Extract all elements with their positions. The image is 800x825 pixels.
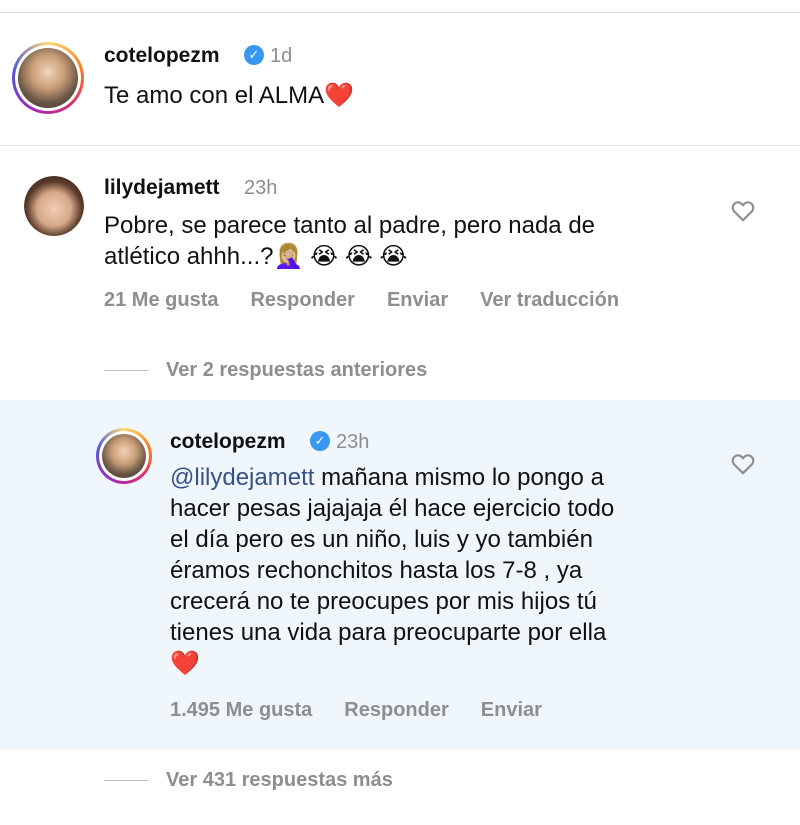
heart-outline-icon[interactable] xyxy=(730,451,756,477)
reply-text-line4: éramos rechonchitos hasta los 7-8 , ya xyxy=(170,557,583,584)
comment-reply-button[interactable]: Responder xyxy=(250,289,354,312)
reply-likes[interactable]: 1.495 Me gusta xyxy=(170,699,312,722)
caption-time: 1d xyxy=(270,45,293,67)
caption-text: Te amo con el ALMA❤️ xyxy=(104,82,355,109)
top-divider xyxy=(0,12,800,13)
comment-likes[interactable]: 21 Me gusta xyxy=(104,289,218,312)
view-line xyxy=(104,370,148,371)
reply-time: 23h xyxy=(336,431,370,453)
reply-heart-emoji: ❤️ xyxy=(170,650,200,677)
view-previous-replies-label: Ver 2 respuestas anteriores xyxy=(166,359,428,381)
view-more-replies[interactable]: Ver 431 respuestas más xyxy=(104,769,393,792)
heart-emoji: ❤️ xyxy=(324,82,355,109)
comment-text-line2: atlético ahhh...?🤦🏼‍♀️ 😭 😭 😭 xyxy=(104,243,408,270)
reply-username[interactable]: cotelopezm xyxy=(170,430,286,454)
comment-send-button[interactable]: Enviar xyxy=(387,289,448,312)
comment-avatar[interactable] xyxy=(24,176,84,236)
view-previous-replies[interactable]: Ver 2 respuestas anteriores xyxy=(104,359,427,382)
reply-reply-button[interactable]: Responder xyxy=(344,699,448,722)
comment-time: 23h xyxy=(244,177,278,199)
reply-text-line5: crecerá no te preocupes por mis hijos tú xyxy=(170,588,597,615)
comment-username[interactable]: lilydejamett xyxy=(104,176,220,200)
view-more-replies-label: Ver 431 respuestas más xyxy=(166,769,393,791)
comment-translate-button[interactable]: Ver traducción xyxy=(480,289,619,312)
verified-badge-icon: ✓ xyxy=(310,431,330,451)
reply-text-line2: hacer pesas jajajaja él hace ejercicio t… xyxy=(170,495,615,522)
caption-username[interactable]: cotelopezm xyxy=(104,44,220,68)
caption-divider xyxy=(0,145,800,146)
reply-actions: 1.495 Me gusta Responder Enviar xyxy=(170,699,574,722)
reply-text-line6: tienes una vida para preocuparte por ell… xyxy=(170,619,607,646)
reply-text-line3: el día pero es un niño, luis y yo tambié… xyxy=(170,526,593,553)
heart-outline-icon[interactable] xyxy=(730,198,756,224)
reply-text-line1: @lilydejamett mañana mismo lo pongo a xyxy=(170,464,604,491)
verified-badge-icon: ✓ xyxy=(244,45,264,65)
reply-avatar[interactable] xyxy=(96,428,152,484)
reply-mention[interactable]: @lilydejamett xyxy=(170,464,314,491)
comment-actions: 21 Me gusta Responder Enviar Ver traducc… xyxy=(104,289,651,312)
caption-avatar[interactable] xyxy=(12,42,84,114)
view-line xyxy=(104,780,148,781)
reply-send-button[interactable]: Enviar xyxy=(481,699,542,722)
comment-text-line1: Pobre, se parece tanto al padre, pero na… xyxy=(104,212,596,239)
